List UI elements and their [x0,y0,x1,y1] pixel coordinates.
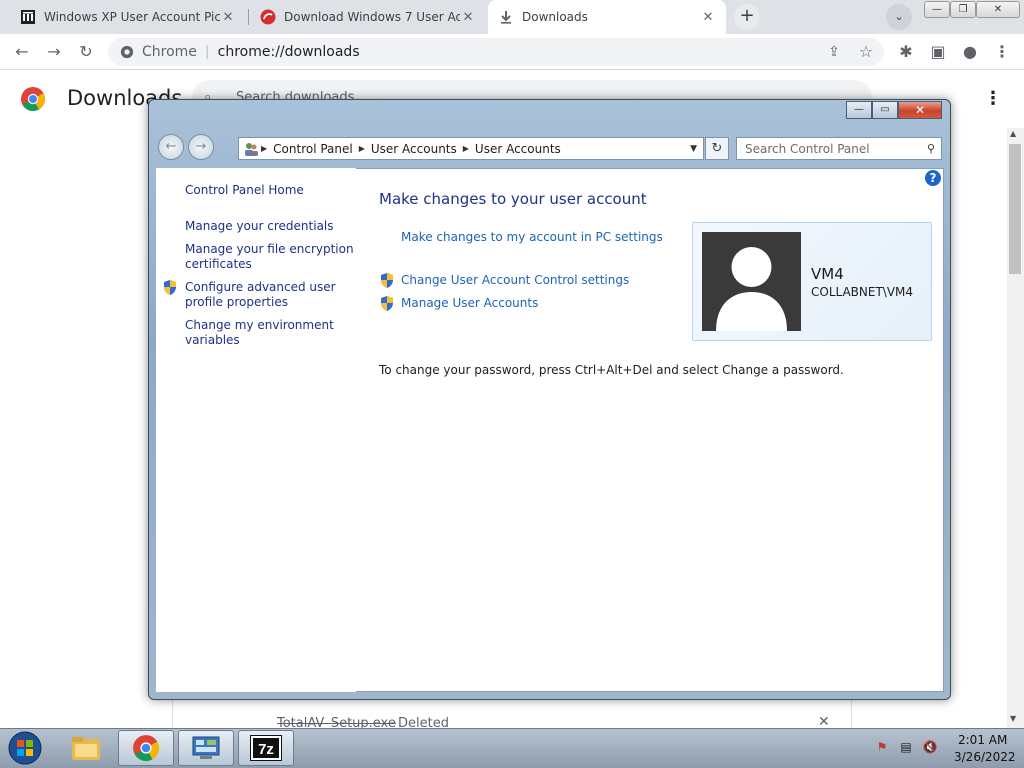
taskbar-clock-time[interactable]: 2:01 AM [958,733,1007,747]
volume-muted-icon[interactable]: 🔇 [922,740,938,756]
link-line: certificates [185,257,252,271]
link-line: Change my environment [185,318,334,332]
cp-maximize-button[interactable]: ▭ [872,101,898,119]
scroll-down-icon[interactable]: ▼ [1010,714,1016,723]
cp-minimize-button[interactable]: — [846,101,872,119]
user-accounts-icon [245,142,258,156]
site-label: Chrome [142,44,197,60]
file-encryption-link[interactable]: Manage your file encryption certificates [185,242,354,272]
default-user-silhouette-icon [716,247,787,331]
uac-settings-link[interactable]: Change User Account Control settings [401,273,629,287]
uac-shield-icon [381,273,393,288]
pc-settings-link[interactable]: Make changes to my account in PC setting… [401,230,663,244]
cp-forward-button[interactable]: → [188,134,214,160]
window-close-button[interactable]: ✕ [976,1,1020,18]
tab-windows-xp-pictures[interactable]: Windows XP User Account Pictur ✕ [10,0,246,34]
screen: Windows XP User Account Pictur ✕ Downloa… [0,0,1024,768]
taskbar-control-panel[interactable] [178,730,234,766]
taskbar-7zip[interactable]: 7z [238,730,294,766]
link-line: profile properties [185,295,288,309]
folder-icon [72,737,100,760]
download-item-card [172,696,852,730]
tab-download-windows7[interactable]: Download Windows 7 User Acco ✕ [250,0,486,34]
share-icon[interactable]: ⇪ [822,40,846,64]
tab-close-icon[interactable]: ✕ [220,10,236,25]
control-panel-icon [192,736,220,759]
extensions-icon[interactable]: ✱ [894,40,918,64]
breadcrumb-user-accounts-current[interactable]: User Accounts [475,142,561,156]
tab-close-icon[interactable]: ✕ [460,10,476,25]
cp-search-placeholder: Search Control Panel [745,141,870,156]
forward-button[interactable]: → [42,40,66,64]
tab-title: Downloads [522,10,588,24]
search-icon[interactable]: ⚲ [927,142,935,155]
cp-navigation: ← → [158,134,218,160]
manage-credentials-link[interactable]: Manage your credentials [185,219,334,234]
cp-address-bar[interactable]: ▶ Control Panel ▶ User Accounts ▶ User A… [238,137,704,160]
back-button[interactable]: ← [10,40,34,64]
link-line: variables [185,333,240,347]
uac-shield-icon [164,280,176,295]
red-logo-icon [260,9,276,25]
scrollbar-thumb[interactable] [1009,144,1021,274]
link-line: Configure advanced user [185,280,336,294]
address-bar[interactable]: Chrome | chrome://downloads [108,38,884,66]
tab-close-icon[interactable]: ✕ [700,10,716,25]
uac-shield-icon [381,296,393,311]
breadcrumb-user-accounts[interactable]: User Accounts [371,142,457,156]
action-center-flag-icon[interactable]: ⚑ [874,740,890,756]
downloads-menu-icon[interactable]: ⋮ [984,88,1002,109]
window-caption-buttons: — ▭ ✕ [846,101,942,119]
tab-search-button[interactable]: ⌄ [886,4,912,30]
cp-refresh-button[interactable]: ↻ [705,137,729,160]
breadcrumb-arrow-icon: ▶ [261,144,268,153]
taskbar-clock-date[interactable]: 3/26/2022 [954,750,1016,764]
breadcrumb-control-panel[interactable]: Control Panel [273,142,353,156]
environment-variables-link[interactable]: Change my environment variables [185,318,334,348]
reload-button[interactable]: ↻ [74,40,98,64]
cp-close-button[interactable]: ✕ [898,101,942,119]
bookmark-star-icon[interactable]: ☆ [854,40,878,64]
help-icon[interactable]: ? [925,170,941,186]
control-panel-home-link[interactable]: Control Panel Home [185,183,304,198]
tab-separator [248,9,249,25]
address-dropdown-icon[interactable]: ▼ [690,144,697,154]
taskbar-file-explorer[interactable] [58,730,114,766]
link-line: Manage your file encryption [185,242,354,256]
window-minimize-button[interactable]: — [924,1,950,18]
user-domain: COLLABNET\VM4 [811,285,914,299]
network-icon[interactable]: ▤ [898,740,914,756]
omnibox-separator: | [204,44,210,60]
chrome-menu-icon[interactable]: ⋮ [990,40,1014,64]
cp-back-button[interactable]: ← [158,134,184,160]
password-instructions: To change your password, press Ctrl+Alt+… [379,363,844,377]
page-title: Make changes to your user account [379,190,647,208]
advanced-profile-link[interactable]: Configure advanced user profile properti… [185,280,336,310]
taskbar-chrome[interactable] [118,730,174,766]
breadcrumb-arrow-icon: ▶ [358,144,365,153]
side-panel-icon[interactable]: ▣ [926,40,950,64]
tab-downloads[interactable]: Downloads ✕ [488,0,726,34]
chrome-logo-icon [21,87,46,112]
window-restore-button[interactable]: ❐ [950,1,976,18]
seven-zip-icon: 7z [250,735,282,761]
download-icon [501,11,511,24]
museum-icon [21,10,35,24]
chrome-icon [133,735,159,761]
tab-title: Download Windows 7 User Acco [284,10,460,24]
url-text: chrome://downloads [217,44,360,60]
new-tab-button[interactable]: + [734,4,760,30]
breadcrumb-arrow-icon: ▶ [462,144,469,153]
user-avatar[interactable] [702,232,801,331]
manage-user-accounts-link[interactable]: Manage User Accounts [401,296,538,310]
scroll-up-icon[interactable]: ▲ [1010,129,1016,138]
chrome-site-icon [120,45,134,59]
tab-title: Windows XP User Account Pictur [44,10,220,24]
cp-search-input[interactable]: Search Control Panel ⚲ [736,137,942,160]
start-orb-icon[interactable] [6,730,44,766]
profile-avatar-icon[interactable]: ● [958,40,982,64]
user-name: VM4 [811,265,844,283]
